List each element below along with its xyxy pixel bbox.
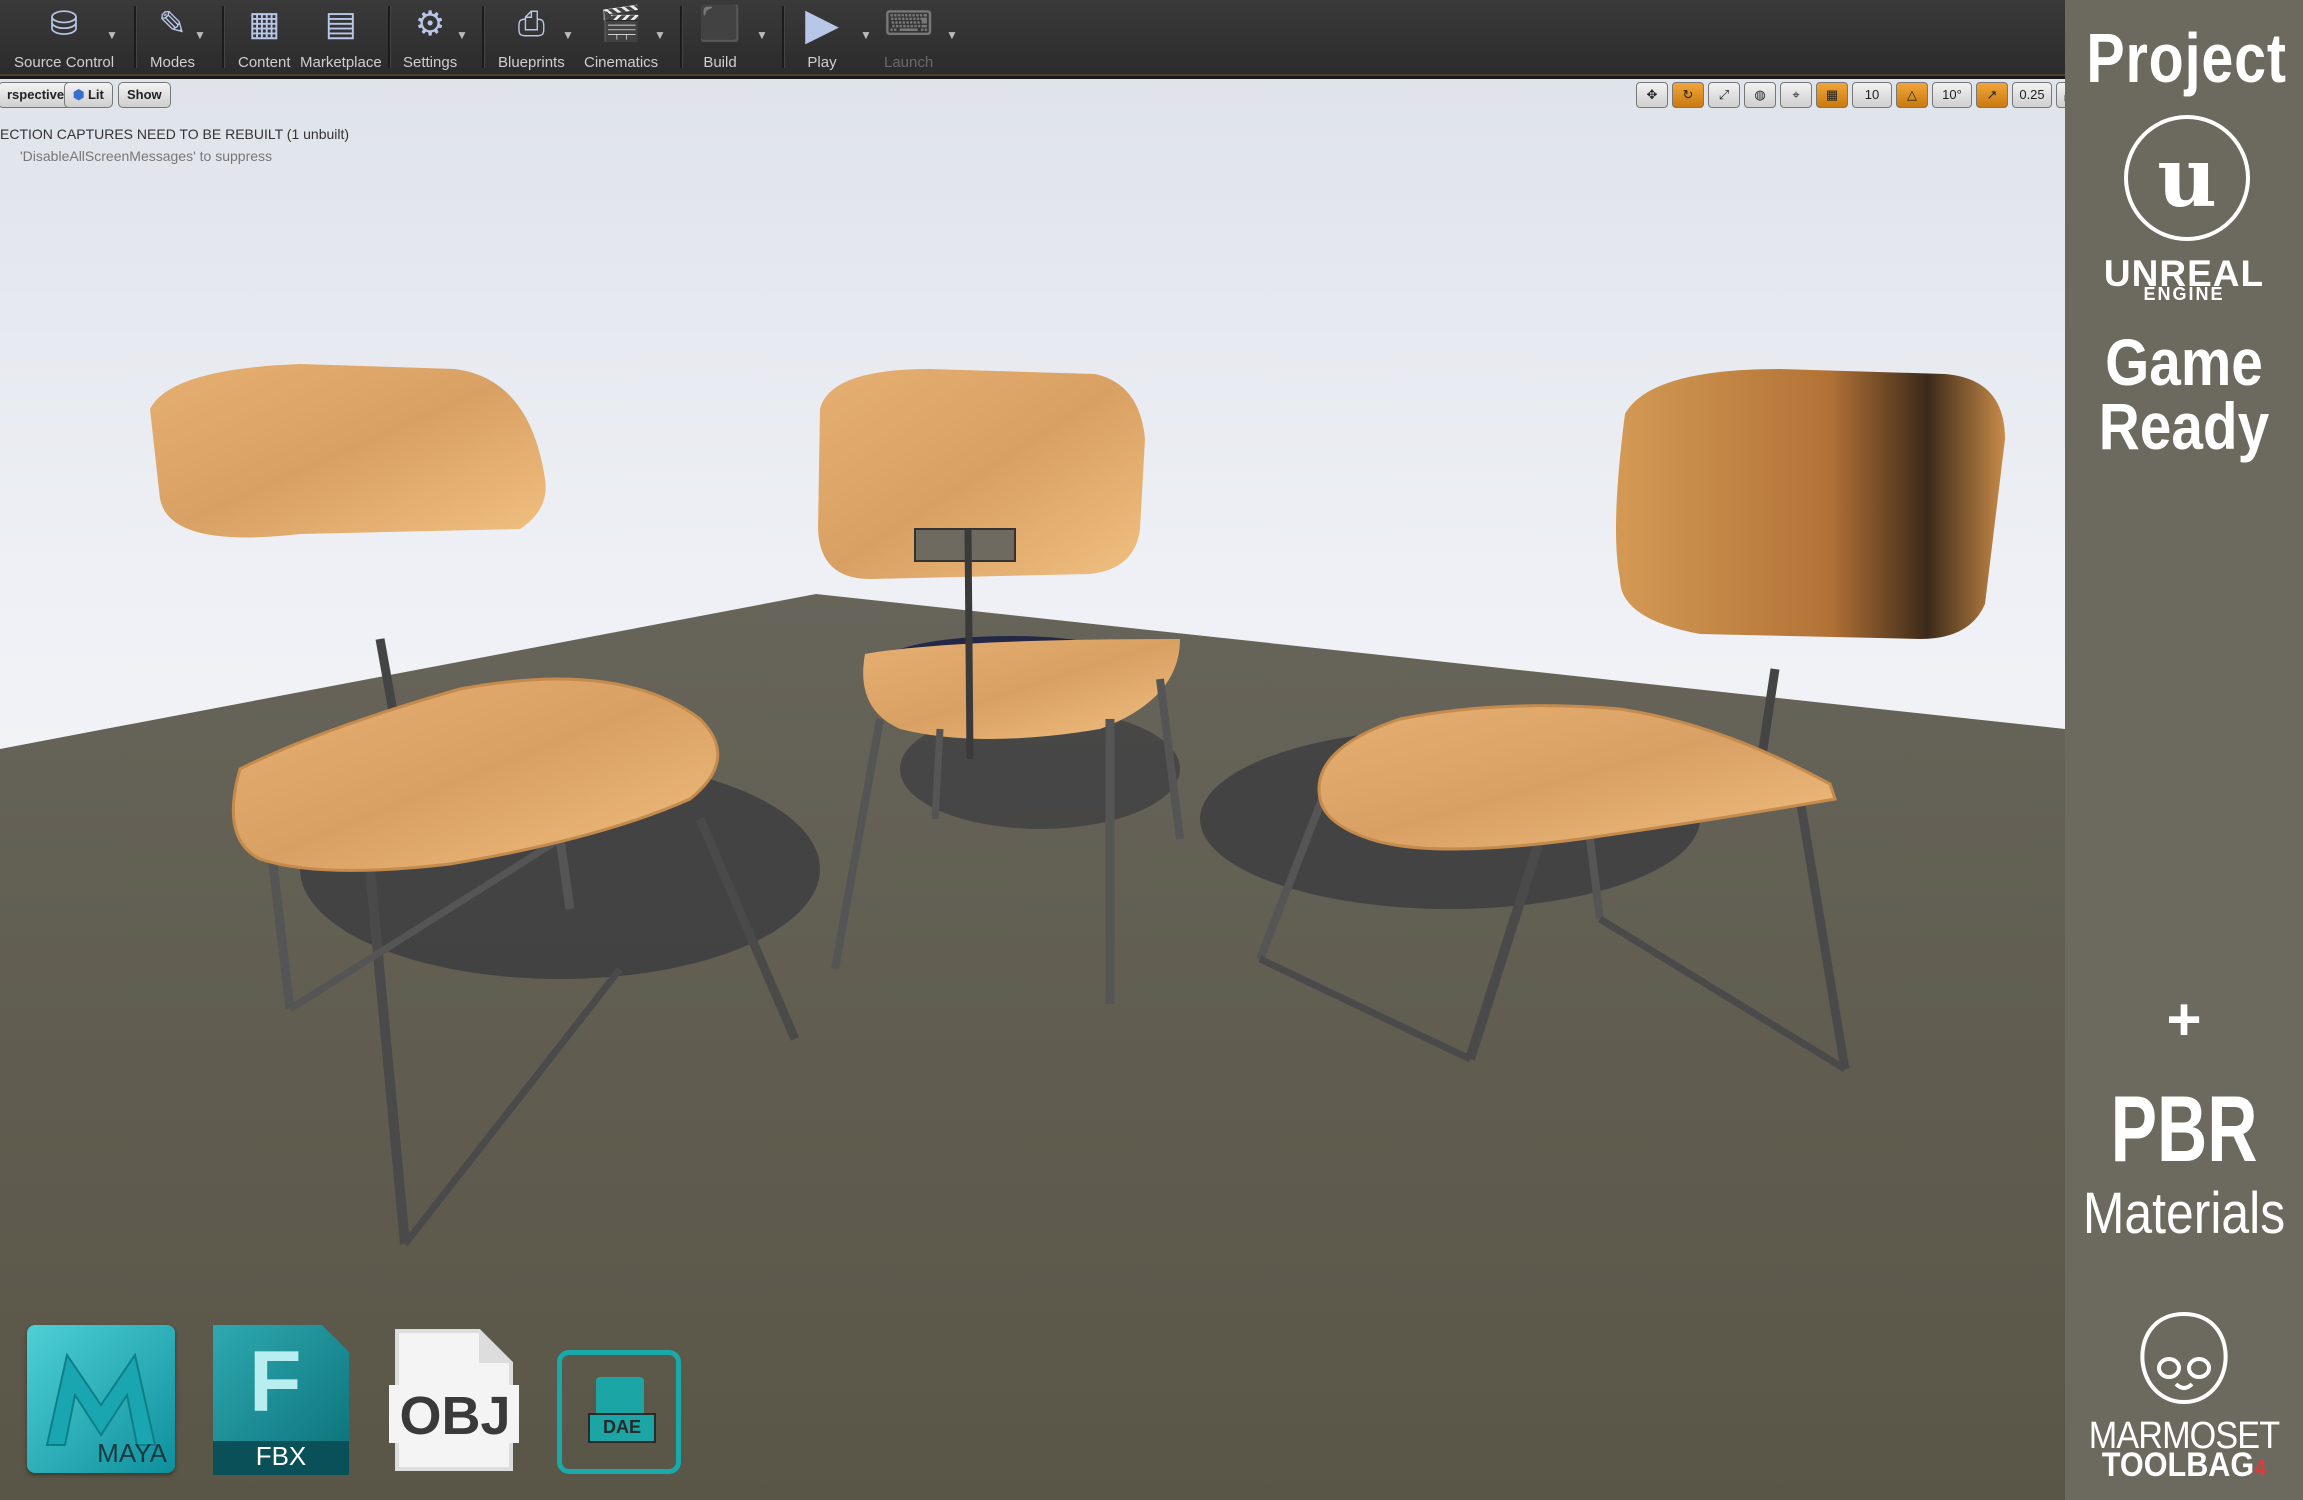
engine-wordmark: ENGINE — [2143, 284, 2225, 304]
scale-snap-icon[interactable]: ↗ — [1976, 82, 2008, 108]
marketplace-button[interactable]: ▤ Marketplace — [300, 4, 382, 72]
world-local-icon[interactable]: ◍ — [1744, 82, 1776, 108]
viewport-warning-message: ECTION CAPTURES NEED TO BE REBUILT (1 un… — [0, 126, 350, 142]
toolbag-wordmark: TOOLBAG4 — [2101, 1446, 2267, 1484]
settings-icon: ⚙ — [414, 5, 446, 43]
content-icon: ▦ — [248, 5, 281, 43]
game-ready-heading: Game Ready — [2098, 325, 2270, 463]
promo-panel: Project u UNREAL ENGINE Game Ready + PBR… — [2065, 0, 2303, 1500]
toolbar-divider — [680, 6, 683, 68]
camera-speed-icon[interactable]: 🎥 — [2056, 82, 2065, 108]
source-control-button[interactable]: ⛁ Source Control — [14, 4, 114, 72]
toolbar-divider — [782, 6, 785, 68]
marketplace-icon: ▤ — [324, 5, 357, 43]
level-viewport[interactable]: rspective ⬢ Lit Show ECTION CAPTURES NEE… — [0, 79, 2065, 1500]
translate-icon[interactable]: ✥ — [1636, 82, 1668, 108]
build-icon: ⬛ — [698, 5, 742, 43]
launch-icon: ⌨ — [884, 5, 934, 43]
editor-toolbar: ⛁ Source Control ▼ ✎ Modes ▼ ▦ Content ▤… — [0, 0, 2065, 79]
lit-icon: ⬢ — [73, 87, 85, 102]
rotation-snap-value[interactable]: 10° — [1932, 82, 1972, 108]
build-button[interactable]: ⬛ Build — [698, 4, 742, 72]
rotation-snap-icon[interactable]: △ — [1896, 82, 1928, 108]
dae-format-badge: DAE — [557, 1350, 681, 1474]
obj-label: OBJ — [399, 1386, 511, 1446]
viewport-scene — [0, 364, 2065, 1500]
fbx-format-badge: F FBX — [213, 1325, 349, 1475]
viewport-suppress-hint: 'DisableAllScreenMessages' to suppress — [20, 148, 273, 164]
unreal-engine-logo-icon: u — [2124, 115, 2250, 241]
marmoset-logo-icon — [2140, 1311, 2228, 1405]
content-button[interactable]: ▦ Content — [238, 4, 291, 72]
project-heading: Project — [2086, 19, 2287, 97]
obj-format-badge: OBJ — [389, 1325, 519, 1475]
scale-snap-value[interactable]: 0.25 — [2012, 82, 2052, 108]
blueprints-icon: ⎙ — [517, 4, 545, 43]
cinematics-icon: 🎬 — [599, 5, 643, 43]
maya-format-badge: MAYA — [27, 1325, 175, 1473]
viewport-snap-toolbar: ✥ ↻ ⤢ ◍ ⌖ ▦ 10 △ 10° ↗ 0.25 🎥 4 — [1636, 82, 2065, 108]
surface-snap-icon[interactable]: ⌖ — [1780, 82, 1812, 108]
play-icon: ▶ — [805, 0, 839, 49]
launch-button[interactable]: ⌨ Launch — [884, 4, 933, 72]
chevron-down-icon[interactable]: ▼ — [562, 28, 574, 42]
modes-button[interactable]: ✎ Modes — [150, 4, 195, 72]
chevron-down-icon[interactable]: ▼ — [860, 28, 872, 42]
modes-icon: ✎ — [158, 5, 187, 43]
materials-heading: Materials — [2082, 1181, 2286, 1246]
toolbar-divider — [222, 6, 225, 68]
toolbag-version: 4 — [2254, 1455, 2267, 1482]
grid-snap-icon[interactable]: ▦ — [1816, 82, 1848, 108]
show-flags-button[interactable]: Show — [118, 82, 171, 108]
scale-icon[interactable]: ⤢ — [1708, 82, 1740, 108]
blueprints-button[interactable]: ⎙ Blueprints — [498, 4, 565, 72]
grid-snap-value[interactable]: 10 — [1852, 82, 1892, 108]
play-button[interactable]: ▶ Play — [800, 0, 844, 72]
chevron-down-icon[interactable]: ▼ — [756, 28, 768, 42]
chevron-down-icon[interactable]: ▼ — [946, 28, 958, 42]
cinematics-button[interactable]: 🎬 Cinematics — [584, 4, 658, 72]
toolbar-divider — [388, 6, 391, 68]
chevron-down-icon[interactable]: ▼ — [456, 28, 468, 42]
source-control-icon: ⛁ — [49, 5, 79, 43]
settings-button[interactable]: ⚙ Settings — [403, 4, 457, 72]
lit-view-mode-button[interactable]: ⬢ Lit — [64, 82, 113, 108]
chevron-down-icon[interactable]: ▼ — [106, 28, 118, 42]
perspective-button[interactable]: rspective — [0, 82, 74, 108]
fbx-logo-icon: F — [249, 1334, 302, 1430]
pbr-heading: PBR — [2110, 1076, 2258, 1181]
chevron-down-icon[interactable]: ▼ — [194, 28, 206, 42]
toolbar-divider — [134, 6, 137, 68]
toolbar-divider — [482, 6, 485, 68]
chevron-down-icon[interactable]: ▼ — [654, 28, 666, 42]
rotate-icon[interactable]: ↻ — [1672, 82, 1704, 108]
plus-sign: + — [2166, 986, 2202, 1053]
